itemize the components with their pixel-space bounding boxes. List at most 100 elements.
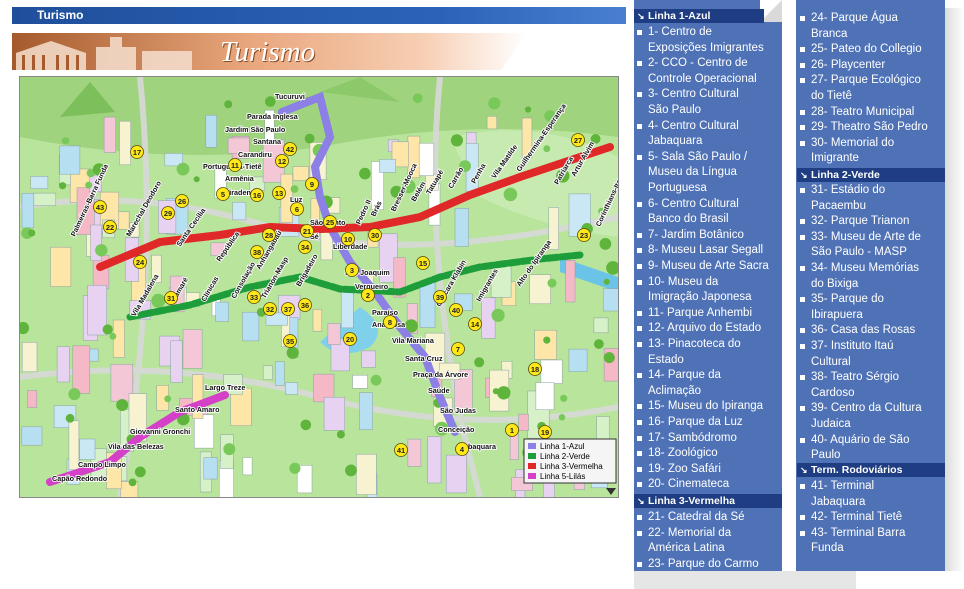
attraction-marker-29[interactable]: 29 bbox=[161, 206, 175, 220]
attraction-link-21[interactable]: 21- Catedral da Sé bbox=[634, 510, 745, 526]
station-label[interactable]: Parada Inglesa bbox=[246, 111, 300, 122]
attraction-link-6[interactable]: 6- Centro Cultural Banco do Brasil bbox=[634, 197, 739, 228]
attraction-link-13[interactable]: 13- Pinacoteca do Estado bbox=[634, 337, 741, 368]
station-label[interactable]: Giovanni Gronchi bbox=[129, 426, 191, 437]
attraction-link-43[interactable]: 43- Terminal Barra Funda bbox=[797, 526, 905, 557]
station-label[interactable]: Campo Limpo bbox=[77, 459, 127, 470]
attraction-marker-17[interactable]: 17 bbox=[130, 145, 144, 159]
attraction-link-17[interactable]: 17- Sambódromo bbox=[634, 431, 737, 447]
attraction-link-25[interactable]: 25- Pateo do Collegio bbox=[797, 42, 922, 58]
attraction-link-9[interactable]: 9- Museu de Arte Sacra bbox=[634, 259, 769, 275]
station-label[interactable]: Santa Cruz bbox=[404, 353, 444, 364]
attraction-link-38[interactable]: 38- Teatro Sérgio Cardoso bbox=[797, 370, 899, 401]
attraction-marker-6[interactable]: 6 bbox=[290, 202, 304, 216]
station-label[interactable]: Carandiru bbox=[237, 149, 273, 160]
station-label[interactable]: São Judas bbox=[439, 405, 477, 416]
attraction-link-5[interactable]: 5- Sala São Paulo / Museu da Língua Portug… bbox=[634, 150, 747, 197]
attraction-link-10[interactable]: 10- Museu da Imigração Japonesa bbox=[634, 275, 752, 306]
station-label[interactable]: Tucuruvi bbox=[274, 91, 306, 102]
station-label[interactable]: Jardim São Paulo bbox=[224, 124, 287, 135]
attraction-link-12[interactable]: 12- Arquivo do Estado bbox=[634, 321, 761, 337]
attraction-link-22[interactable]: 22- Memorial da América Latina bbox=[634, 526, 731, 557]
attraction-marker-33[interactable]: 33 bbox=[247, 290, 261, 304]
attraction-marker-16[interactable]: 16 bbox=[250, 188, 264, 202]
attraction-link-29[interactable]: 29- Theatro São Pedro bbox=[797, 120, 928, 136]
attraction-marker-15[interactable]: 15 bbox=[416, 256, 430, 270]
attraction-marker-34[interactable]: 34 bbox=[298, 240, 312, 254]
attraction-marker-26[interactable]: 26 bbox=[175, 194, 189, 208]
attraction-link-1[interactable]: 1- Centro de Exposições Imigrantes bbox=[634, 25, 764, 56]
attraction-link-32[interactable]: 32- Parque Trianon bbox=[797, 214, 909, 230]
attraction-link-19[interactable]: 19- Zoo Safári bbox=[634, 462, 721, 478]
attraction-marker-7[interactable]: 7 bbox=[451, 342, 465, 356]
station-label[interactable]: Paraíso bbox=[371, 307, 399, 318]
attraction-marker-1[interactable]: 1 bbox=[505, 423, 519, 437]
attraction-link-41[interactable]: 41- Terminal Jabaquara bbox=[797, 479, 874, 510]
attraction-marker-42[interactable]: 42 bbox=[283, 142, 297, 156]
attraction-marker-14[interactable]: 14 bbox=[468, 317, 482, 331]
attraction-link-15[interactable]: 15- Museu do Ipiranga bbox=[634, 399, 763, 415]
attraction-marker-30[interactable]: 30 bbox=[368, 228, 382, 242]
attraction-marker-19[interactable]: 19 bbox=[538, 425, 552, 439]
attraction-link-35[interactable]: 35- Parque do Ibirapuera bbox=[797, 292, 884, 323]
attraction-marker-11[interactable]: 11 bbox=[228, 158, 242, 172]
attraction-marker-23[interactable]: 23 bbox=[577, 228, 591, 242]
attraction-link-36[interactable]: 36- Casa das Rosas bbox=[797, 323, 915, 339]
attraction-marker-41[interactable]: 41 bbox=[394, 443, 408, 457]
attraction-link-26[interactable]: 26- Playcenter bbox=[797, 58, 885, 74]
attraction-marker-20[interactable]: 20 bbox=[343, 332, 357, 346]
attraction-marker-10[interactable]: 10 bbox=[341, 232, 355, 246]
attraction-marker-18[interactable]: 18 bbox=[528, 362, 542, 376]
station-label[interactable]: Conceição bbox=[437, 424, 476, 435]
attraction-marker-43[interactable]: 43 bbox=[93, 200, 107, 214]
attraction-marker-2[interactable]: 2 bbox=[361, 288, 375, 302]
attraction-marker-22[interactable]: 22 bbox=[103, 220, 117, 234]
attraction-link-31[interactable]: 31- Estádio do Pacaembu bbox=[797, 183, 885, 214]
attraction-link-30[interactable]: 30- Memorial do Imigrante bbox=[797, 136, 894, 167]
attraction-link-24[interactable]: 24- Parque Água Branca bbox=[797, 11, 898, 42]
station-label[interactable]: Vila das Belezas bbox=[107, 441, 165, 452]
attraction-link-28[interactable]: 28- Teatro Municipal bbox=[797, 105, 914, 121]
station-label[interactable]: Capão Redondo bbox=[51, 473, 109, 484]
attraction-link-14[interactable]: 14- Parque da Aclimação bbox=[634, 368, 721, 399]
attraction-link-40[interactable]: 40- Aquário de São Paulo bbox=[797, 433, 909, 464]
attraction-marker-38[interactable]: 38 bbox=[250, 245, 264, 259]
attraction-marker-24[interactable]: 24 bbox=[133, 255, 147, 269]
attraction-marker-8[interactable]: 8 bbox=[383, 315, 397, 329]
attraction-marker-4[interactable]: 4 bbox=[455, 442, 469, 456]
attraction-link-16[interactable]: 16- Parque da Luz bbox=[634, 415, 743, 431]
attraction-marker-28[interactable]: 28 bbox=[262, 228, 276, 242]
attraction-link-11[interactable]: 11- Parque Anhembi bbox=[634, 306, 752, 322]
station-label[interactable]: Saúde bbox=[427, 385, 450, 396]
attraction-link-2[interactable]: 2- CCO - Centro de Controle Operacional bbox=[634, 56, 757, 87]
attraction-link-4[interactable]: 4- Centro Cultural Jabaquara bbox=[634, 119, 739, 150]
station-label[interactable]: Armênia bbox=[224, 173, 256, 184]
attraction-marker-3[interactable]: 3 bbox=[345, 263, 359, 277]
attraction-marker-37[interactable]: 37 bbox=[281, 302, 295, 316]
station-label[interactable]: Largo Treze bbox=[204, 382, 246, 393]
attraction-marker-25[interactable]: 25 bbox=[323, 215, 337, 229]
attraction-link-42[interactable]: 42- Terminal Tietê bbox=[797, 510, 902, 526]
station-label[interactable]: Santo Amaro bbox=[174, 404, 221, 415]
attraction-link-27[interactable]: 27- Parque Ecológico do Tietê bbox=[797, 73, 921, 104]
attraction-marker-5[interactable]: 5 bbox=[216, 187, 230, 201]
metro-tourism-map[interactable]: Tucuruvi Parada Inglesa Jardim São Paulo Sa… bbox=[19, 76, 619, 498]
attraction-marker-40[interactable]: 40 bbox=[449, 303, 463, 317]
attraction-link-18[interactable]: 18- Zoológico bbox=[634, 446, 718, 462]
attraction-marker-9[interactable]: 9 bbox=[305, 177, 319, 191]
attraction-marker-27[interactable]: 27 bbox=[571, 133, 585, 147]
attraction-link-34[interactable]: 34- Museu Memórias do Bixiga bbox=[797, 261, 919, 292]
attraction-link-23[interactable]: 23- Parque do Carmo bbox=[634, 557, 759, 573]
attraction-link-33[interactable]: 33- Museu de Arte de São Paulo - MASP bbox=[797, 230, 921, 261]
attraction-marker-36[interactable]: 36 bbox=[298, 298, 312, 312]
attraction-marker-39[interactable]: 39 bbox=[433, 290, 447, 304]
attraction-marker-35[interactable]: 35 bbox=[283, 334, 297, 348]
attraction-marker-12[interactable]: 12 bbox=[275, 154, 289, 168]
attraction-link-8[interactable]: 8- Museu Lasar Segall bbox=[634, 243, 763, 259]
station-label[interactable]: Praça da Árvore bbox=[412, 369, 469, 380]
attraction-link-3[interactable]: 3- Centro Cultural São Paulo bbox=[634, 87, 739, 118]
attraction-link-7[interactable]: 7- Jardim Botânico bbox=[634, 228, 744, 244]
station-label[interactable]: Santana bbox=[252, 136, 283, 147]
attraction-marker-32[interactable]: 32 bbox=[263, 302, 277, 316]
attraction-marker-13[interactable]: 13 bbox=[272, 186, 286, 200]
